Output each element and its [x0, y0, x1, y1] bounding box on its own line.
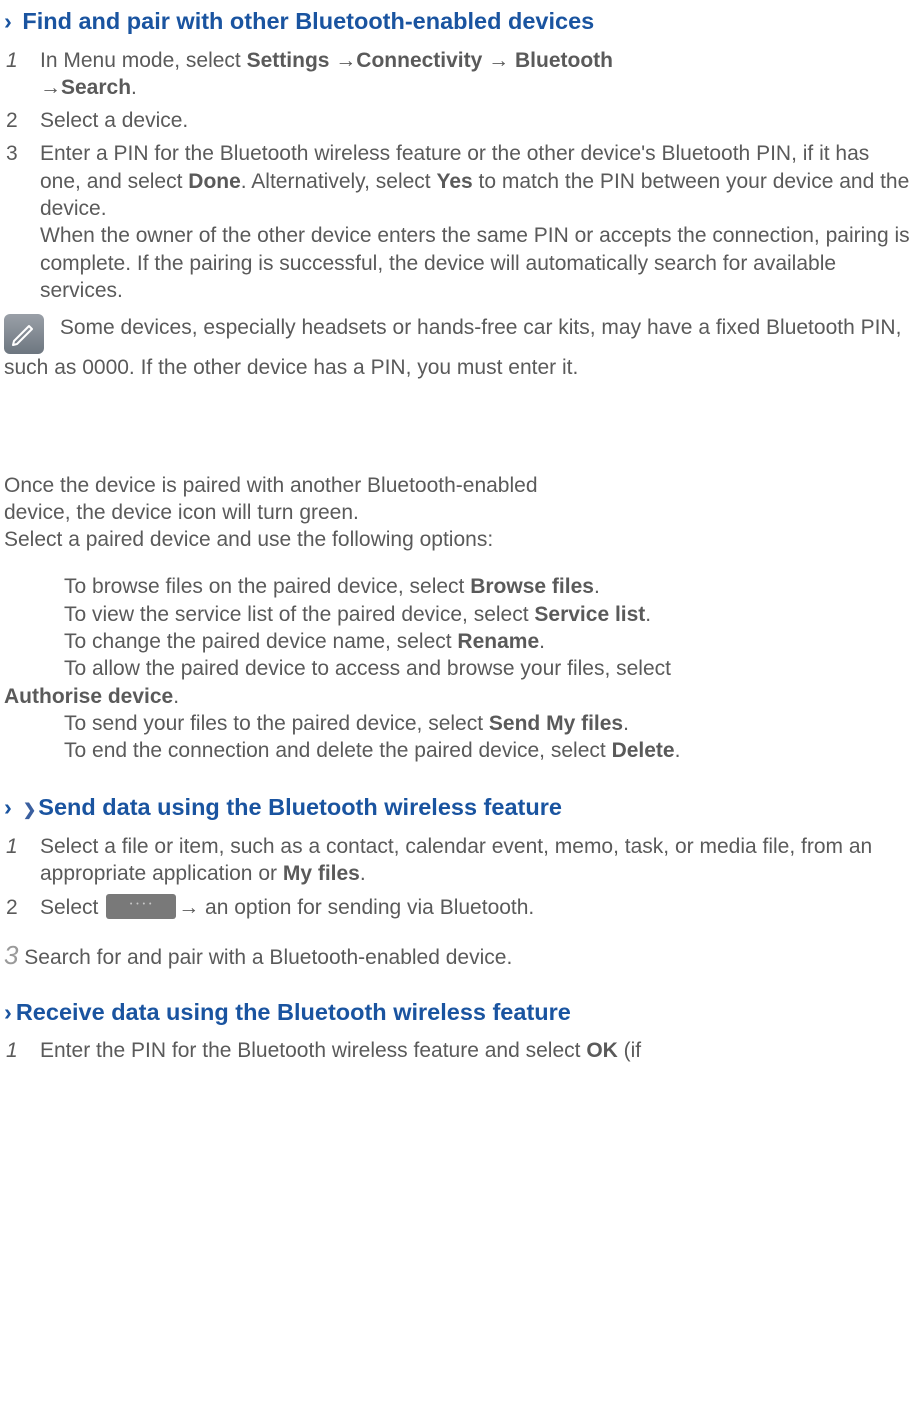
text: To send your files to the paired device,…	[64, 712, 489, 735]
bold: Connectivity	[356, 49, 488, 72]
step-body: Search for and pair with a Bluetooth-ena…	[18, 946, 512, 969]
text-line: device, the device icon will turn green.	[4, 499, 910, 526]
bold: Delete	[612, 739, 675, 762]
step-row: 1 Select a file or item, such as a conta…	[4, 833, 910, 888]
arrow: →	[335, 49, 356, 72]
heading-text: Send data using the Bluetooth wireless f…	[38, 794, 562, 820]
note-icon	[4, 314, 44, 354]
bold: Browse files	[470, 575, 594, 598]
bold: Done	[188, 170, 241, 193]
section-heading-send-data: › ❯Send data using the Bluetooth wireles…	[4, 792, 910, 823]
text: .	[360, 862, 366, 885]
caret-icon: ›	[4, 8, 12, 34]
step-number: 2	[4, 107, 40, 134]
option-row: To end the connection and delete the pai…	[4, 737, 910, 764]
text: Select a file or item, such as a contact…	[40, 835, 872, 885]
step-body: Select a device.	[40, 107, 910, 134]
section-heading-receive-data: ›Receive data using the Bluetooth wirele…	[4, 997, 910, 1028]
step-body: Enter the PIN for the Bluetooth wireless…	[40, 1037, 910, 1064]
paired-info-block: Once the device is paired with another B…	[4, 472, 910, 554]
step-number: 1	[4, 47, 40, 102]
step-number: 2	[4, 894, 40, 921]
step-number: 1	[4, 833, 40, 888]
text: (if	[618, 1039, 641, 1062]
arrowhead-icon: ❯	[23, 801, 36, 822]
step-row: 3 Search for and pair with a Bluetooth-e…	[4, 939, 910, 973]
text-line: Select a paired device and use the follo…	[4, 526, 910, 553]
bold: My files	[283, 862, 360, 885]
bold: Bluetooth	[515, 49, 613, 72]
bold: Rename	[457, 630, 539, 653]
period: .	[173, 685, 179, 708]
period: .	[645, 603, 651, 626]
text: To browse files on the paired device, se…	[64, 575, 470, 598]
text: When the owner of the other device enter…	[40, 224, 910, 302]
bold: Authorise device	[4, 685, 173, 708]
text-line: Once the device is paired with another B…	[4, 472, 910, 499]
step-body: Select a file or item, such as a contact…	[40, 833, 910, 888]
period: .	[675, 739, 681, 762]
arrow: →	[40, 76, 61, 99]
step-number-italic: 3	[4, 940, 18, 970]
text: To end the connection and delete the pai…	[64, 739, 612, 762]
bold: Yes	[436, 170, 472, 193]
bold: Send My files	[489, 712, 623, 735]
section-heading-find-pair: › Find and pair with other Bluetooth-ena…	[4, 6, 910, 37]
period: .	[594, 575, 600, 598]
note-text: Some devices, especially headsets or han…	[4, 316, 901, 379]
text: In Menu mode, select	[40, 49, 247, 72]
step-body: In Menu mode, select Settings →Connectiv…	[40, 47, 910, 102]
text: To view the service list of the paired d…	[64, 603, 534, 626]
option-row: To change the paired device name, select…	[4, 628, 910, 655]
options-button-icon	[106, 894, 176, 919]
text: To change the paired device name, select	[64, 630, 457, 653]
options-block: To browse files on the paired device, se…	[4, 573, 910, 764]
option-row: To view the service list of the paired d…	[4, 601, 910, 628]
option-row: To allow the paired device to access and…	[4, 655, 910, 710]
text: → an option for sending via Bluetooth.	[178, 896, 534, 919]
option-row: To browse files on the paired device, se…	[4, 573, 910, 600]
note-block: Some devices, especially headsets or han…	[4, 314, 910, 381]
option-row: To send your files to the paired device,…	[4, 710, 910, 737]
step-row: 2 Select → an option for sending via Blu…	[4, 894, 910, 921]
arrow: →	[488, 49, 515, 72]
step-body: Enter a PIN for the Bluetooth wireless f…	[40, 140, 910, 304]
bold: Search	[61, 76, 131, 99]
step-number: 1	[4, 1037, 40, 1064]
bold: OK	[586, 1039, 618, 1062]
step-row: 1 Enter the PIN for the Bluetooth wirele…	[4, 1037, 910, 1064]
step-number: 3	[4, 140, 40, 304]
bold: Service list	[534, 603, 645, 626]
text: Enter the PIN for the Bluetooth wireless…	[40, 1039, 586, 1062]
heading-text: Find and pair with other Bluetooth-enabl…	[22, 8, 594, 34]
period: .	[539, 630, 545, 653]
step-row: 1 In Menu mode, select Settings →Connect…	[4, 47, 910, 102]
step-row: 2 Select a device.	[4, 107, 910, 134]
text: . Alternatively, select	[241, 170, 437, 193]
caret-icon: ›	[4, 999, 12, 1025]
step-row: 3 Enter a PIN for the Bluetooth wireless…	[4, 140, 910, 304]
step-body: Select → an option for sending via Bluet…	[40, 894, 910, 921]
period: .	[623, 712, 629, 735]
caret-icon: ›	[4, 794, 12, 820]
heading-text: Receive data using the Bluetooth wireles…	[16, 999, 571, 1025]
bold: Settings	[247, 49, 336, 72]
text: Select	[40, 896, 104, 919]
text: .	[131, 76, 137, 99]
text: To allow the paired device to access and…	[4, 657, 671, 680]
